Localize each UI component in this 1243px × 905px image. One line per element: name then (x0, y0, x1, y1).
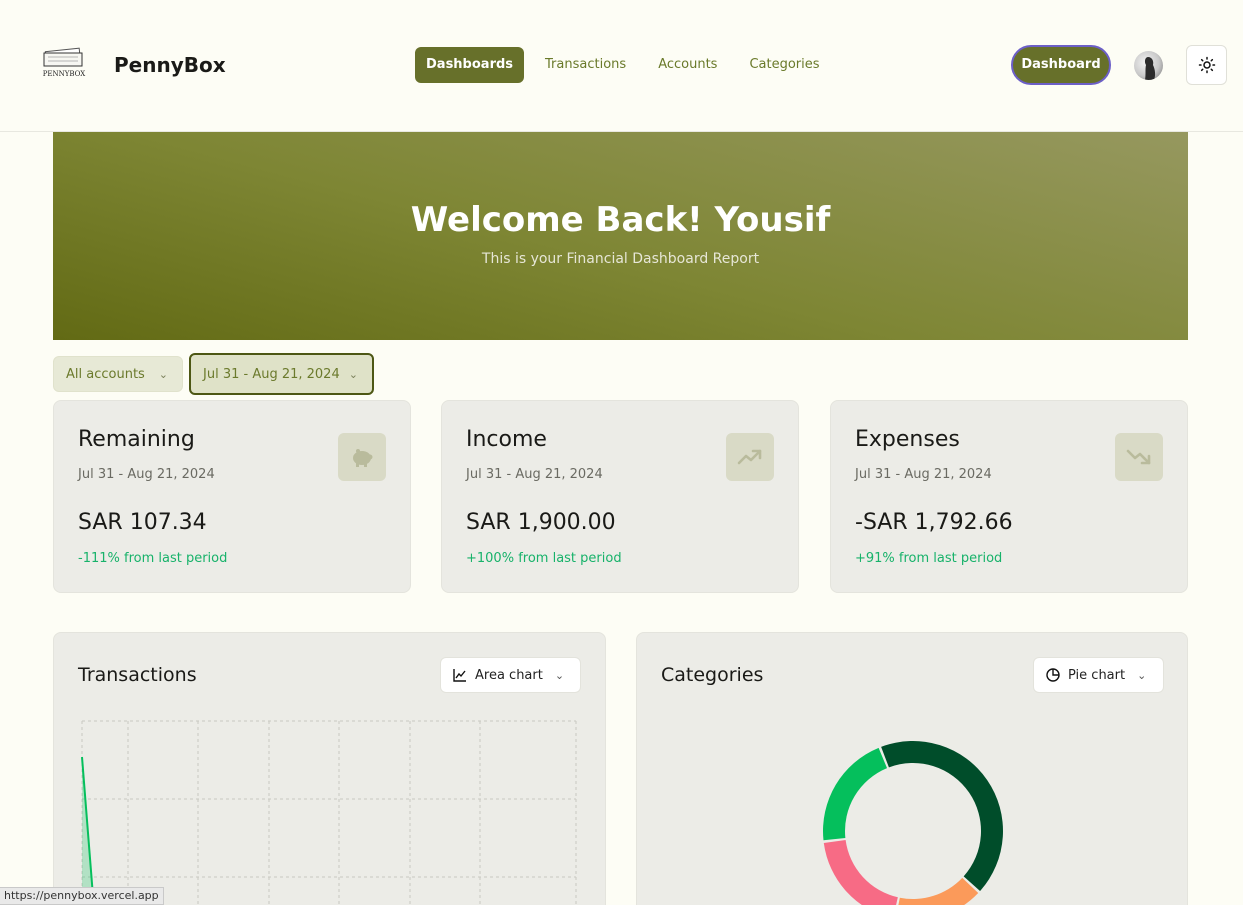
chevron-down-icon: ⌄ (1137, 668, 1147, 682)
panel-title: Categories (661, 664, 764, 686)
card-title: Expenses (855, 427, 960, 452)
categories-panel: Categories Pie chart ⌄ (636, 632, 1188, 905)
card-date-range: Jul 31 - Aug 21, 2024 (78, 467, 215, 482)
user-avatar[interactable] (1134, 51, 1163, 80)
chart-type-select[interactable]: Pie chart ⌄ (1033, 657, 1164, 693)
date-range-picker[interactable]: Jul 31 - Aug 21, 2024 ⌄ (189, 353, 374, 395)
remaining-card: Remaining Jul 31 - Aug 21, 2024 SAR 107.… (53, 400, 411, 593)
card-title: Remaining (78, 427, 195, 452)
card-value: SAR 107.34 (78, 510, 207, 535)
account-filter-select[interactable]: All accounts ⌄ (53, 356, 183, 392)
transactions-area-chart (81, 720, 577, 905)
main-nav: Dashboards Transactions Accounts Categor… (415, 47, 841, 83)
panel-title: Transactions (78, 664, 197, 686)
card-change: +100% from last period (466, 551, 622, 566)
theme-toggle-button[interactable] (1186, 45, 1227, 85)
date-range-value: Jul 31 - Aug 21, 2024 (203, 367, 340, 382)
income-card: Income Jul 31 - Aug 21, 2024 SAR 1,900.0… (441, 400, 799, 593)
transactions-panel: Transactions Area chart ⌄ (53, 632, 606, 905)
chart-type-label: Pie chart (1068, 667, 1126, 683)
sun-icon (1198, 56, 1215, 74)
nav-accounts[interactable]: Accounts (647, 47, 728, 83)
pie-chart-icon (1046, 668, 1060, 682)
chevron-down-icon: ⌄ (348, 368, 358, 381)
avatar-image (1144, 57, 1156, 80)
card-date-range: Jul 31 - Aug 21, 2024 (855, 467, 992, 482)
brand-name[interactable]: PennyBox (114, 53, 226, 77)
svg-text:PENNYBOX: PENNYBOX (43, 70, 86, 78)
nav-dashboards[interactable]: Dashboards (415, 47, 525, 83)
donut-slice (823, 747, 888, 841)
expenses-card: Expenses Jul 31 - Aug 21, 2024 -SAR 1,79… (830, 400, 1188, 593)
categories-donut-chart (823, 741, 1003, 905)
trending-down-icon (1115, 433, 1163, 481)
card-date-range: Jul 31 - Aug 21, 2024 (466, 467, 603, 482)
nav-categories[interactable]: Categories (738, 47, 830, 83)
card-title: Income (466, 427, 547, 452)
dashboard-button[interactable]: Dashboard (1011, 45, 1111, 85)
piggy-bank-icon (338, 433, 386, 481)
card-change: -111% from last period (78, 551, 228, 566)
card-change: +91% from last period (855, 551, 1003, 566)
welcome-banner: Welcome Back! Yousif This is your Financ… (53, 132, 1188, 340)
chevron-down-icon: ⌄ (554, 668, 565, 682)
account-filter-value: All accounts (66, 367, 145, 382)
trending-up-icon (726, 433, 774, 481)
nav-transactions[interactable]: Transactions (534, 47, 637, 83)
welcome-subtitle: This is your Financial Dashboard Report (481, 251, 760, 267)
card-value: SAR 1,900.00 (466, 510, 616, 535)
chart-type-label: Area chart (475, 667, 543, 683)
donut-slice (881, 741, 1003, 892)
link-status-bar: https://pennybox.vercel.app (0, 887, 164, 905)
area-chart-icon (453, 669, 466, 682)
chevron-down-icon: ⌄ (158, 368, 168, 381)
chart-type-select[interactable]: Area chart ⌄ (440, 657, 581, 693)
card-value: -SAR 1,792.66 (855, 510, 1013, 535)
donut-slice (823, 840, 898, 905)
welcome-title: Welcome Back! Yousif (410, 200, 831, 240)
donut-slice (898, 877, 979, 905)
pennybox-logo[interactable]: PENNYBOX (42, 46, 86, 80)
top-navbar: PENNYBOX PennyBox Dashboards Transaction… (0, 0, 1243, 132)
